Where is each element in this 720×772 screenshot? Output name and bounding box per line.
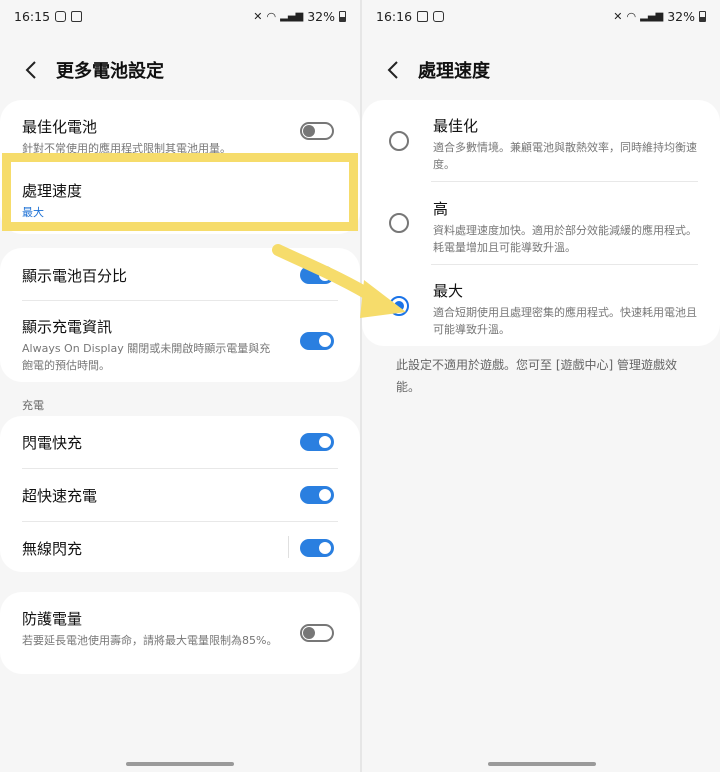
signal-icon: ▂▄▆ (280, 10, 304, 22)
battery-percent-toggle[interactable] (300, 266, 334, 284)
wireless-charge-title: 無線閃充 (22, 540, 83, 558)
mute-icon: ✕ (613, 9, 623, 23)
status-bar: 16:15 ✕ ◠ ▂▄▆ 32% (14, 6, 346, 26)
protect-battery-row[interactable]: 防護電量 若要延長電池使用壽命，請將最大電量限制為85%。 (22, 608, 280, 649)
option-optimized-title: 最佳化 (433, 117, 479, 135)
instagram-icon (433, 10, 445, 22)
processing-speed-title: 處理速度 (22, 182, 83, 200)
wireless-charge-row[interactable]: 無線閃充 (22, 538, 338, 559)
divider (288, 536, 289, 558)
battery-percent-row[interactable]: 顯示電池百分比 (22, 265, 338, 286)
battery-percent: 32% (667, 8, 695, 24)
speed-options-card: 最佳化 適合多數情境。兼顧電池與散熱效率，同時維持均衡速度。 高 資料處理速度加… (362, 100, 720, 346)
gallery-icon (71, 10, 83, 22)
battery-icon (699, 10, 706, 22)
option-optimized[interactable]: 最佳化 適合多數情境。兼顧電池與散熱效率，同時維持均衡速度。 (433, 115, 698, 173)
app-bar: 處理速度 (380, 52, 490, 88)
display-card: 顯示電池百分比 顯示充電資訊 Always On Display 關閉或未開啟時… (0, 248, 360, 382)
radio-optimized[interactable] (389, 131, 409, 151)
option-high[interactable]: 高 資料處理速度加快。適用於部分效能減緩的應用程式。耗電量增加且可能導致升溫。 (433, 198, 698, 256)
processing-speed-row[interactable]: 處理速度 最大 (22, 180, 338, 221)
charging-section-label: 充電 (22, 399, 44, 412)
app-bar: 更多電池設定 (18, 52, 164, 88)
protect-card: 防護電量 若要延長電池使用壽命，請將最大電量限制為85%。 (0, 592, 360, 674)
charge-info-row[interactable]: 顯示充電資訊 Always On Display 關閉或未開啟時顯示電量與充飽電… (22, 316, 280, 374)
signal-icon: ▂▄▆ (640, 10, 664, 22)
option-optimized-desc: 適合多數情境。兼顧電池與散熱效率，同時維持均衡速度。 (433, 141, 697, 171)
option-maximum[interactable]: 最大 適合短期使用且處理密集的應用程式。快速耗用電池且可能導致升溫。 (433, 280, 698, 338)
option-high-desc: 資料處理速度加快。適用於部分效能減緩的應用程式。耗電量增加且可能導致升溫。 (433, 224, 697, 254)
protect-battery-toggle[interactable] (300, 624, 334, 642)
wireless-charge-toggle[interactable] (300, 539, 334, 557)
protect-battery-title: 防護電量 (22, 610, 83, 628)
optimize-battery-title: 最佳化電池 (22, 118, 98, 136)
divider (22, 468, 338, 469)
instagram-icon (55, 10, 67, 22)
super-fast-charge-title: 超快速充電 (22, 487, 98, 505)
divider (22, 521, 338, 522)
charging-card: 閃電快充 超快速充電 無線閃充 (0, 416, 360, 572)
wifi-icon: ◠ (266, 9, 277, 23)
chevron-left-icon (25, 61, 36, 79)
charge-info-desc: Always On Display 關閉或未開啟時顯示電量與充飽電的預估時間。 (22, 342, 271, 372)
status-time: 16:15 (14, 8, 51, 24)
fast-charge-toggle[interactable] (300, 433, 334, 451)
home-indicator[interactable] (126, 762, 234, 766)
page-title: 處理速度 (418, 61, 490, 82)
divider (431, 264, 698, 265)
radio-high[interactable] (389, 213, 409, 233)
optimize-battery-desc: 針對不常使用的應用程式限制其電池用量。 (22, 142, 231, 155)
status-bar: 16:16 ✕ ◠ ▂▄▆ 32% (376, 6, 706, 26)
radio-maximum[interactable] (389, 296, 409, 316)
battery-percent: 32% (307, 8, 335, 24)
right-screen: 16:16 ✕ ◠ ▂▄▆ 32% 處理速度 最佳化 適合多數情境。兼顧電池與散… (362, 0, 720, 772)
option-high-title: 高 (433, 200, 449, 218)
charge-info-toggle[interactable] (300, 332, 334, 350)
battery-percent-title: 顯示電池百分比 (22, 267, 128, 285)
charge-info-title: 顯示充電資訊 (22, 318, 113, 336)
back-button[interactable] (380, 57, 406, 83)
battery-card: 最佳化電池 針對不常使用的應用程式限制其電池用量。 處理速度 最大 (0, 100, 360, 234)
divider (431, 181, 698, 182)
page-title: 更多電池設定 (56, 61, 164, 82)
option-maximum-title: 最大 (433, 282, 464, 300)
chevron-left-icon (387, 61, 398, 79)
processing-speed-value: 最大 (22, 206, 44, 219)
gallery-icon (417, 10, 429, 22)
divider (22, 300, 338, 301)
game-note: 此設定不適用於遊戲。您可至 [遊戲中心] 管理遊戲效能。 (396, 358, 677, 394)
battery-icon (339, 10, 346, 22)
mute-icon: ✕ (253, 9, 263, 23)
optimize-battery-toggle[interactable] (300, 122, 334, 140)
wifi-icon: ◠ (626, 9, 637, 23)
left-screen: 16:15 ✕ ◠ ▂▄▆ 32% 更多電池設定 最佳化電池 針對不常使用的應用… (0, 0, 360, 772)
back-button[interactable] (18, 57, 44, 83)
super-fast-charge-toggle[interactable] (300, 486, 334, 504)
status-time: 16:16 (376, 8, 413, 24)
fast-charge-row[interactable]: 閃電快充 (22, 432, 338, 453)
super-fast-charge-row[interactable]: 超快速充電 (22, 485, 338, 506)
optimize-battery-row[interactable]: 最佳化電池 針對不常使用的應用程式限制其電池用量。 (22, 116, 338, 157)
option-maximum-desc: 適合短期使用且處理密集的應用程式。快速耗用電池且可能導致升溫。 (433, 306, 697, 336)
home-indicator[interactable] (488, 762, 596, 766)
fast-charge-title: 閃電快充 (22, 434, 83, 452)
protect-battery-desc: 若要延長電池使用壽命，請將最大電量限制為85%。 (22, 634, 278, 647)
